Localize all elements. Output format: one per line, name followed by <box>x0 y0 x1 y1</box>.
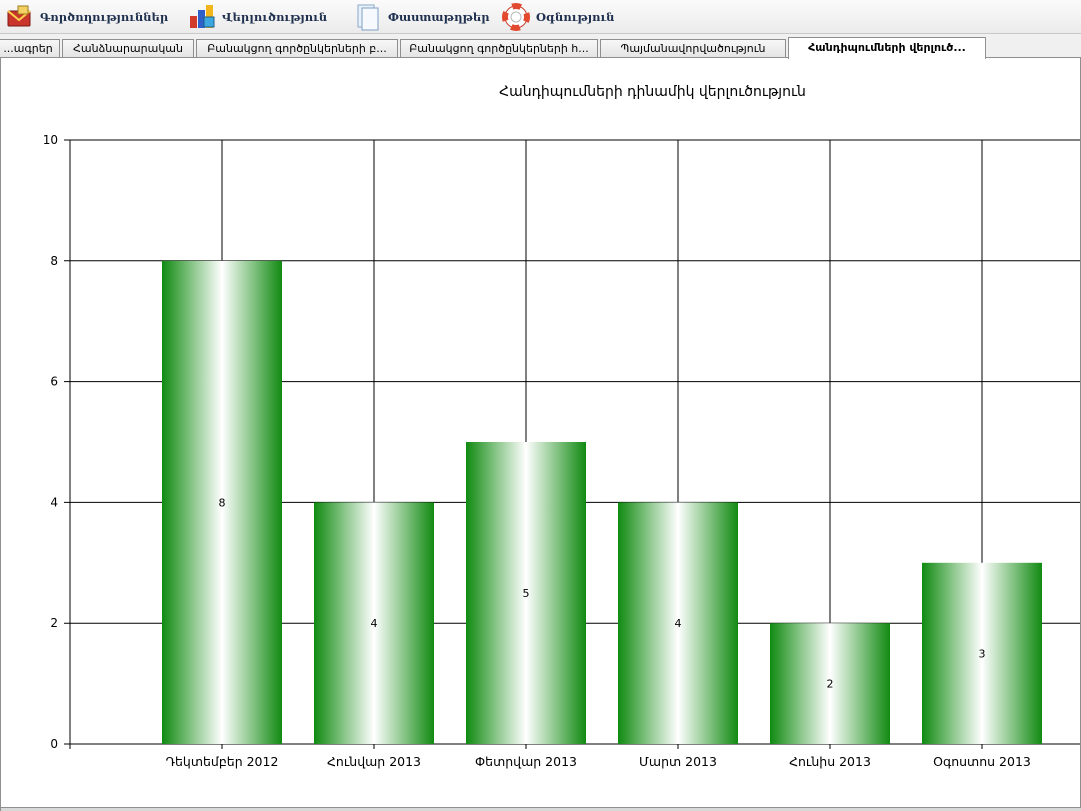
x-tick-label: Մարտ 2013 <box>639 754 717 769</box>
bar-data-label: 2 <box>827 678 834 691</box>
x-tick-label: Փետրվար 2013 <box>475 754 577 769</box>
tab-partners-1[interactable]: Բանակցող գործընկերների բ... <box>196 39 398 58</box>
menu-help[interactable]: Օգնություն <box>500 2 614 32</box>
menu-documents-label: Փաստաթղթեր <box>388 10 490 24</box>
bar-data-label: 5 <box>523 587 530 600</box>
tab-partners-2[interactable]: Բանակցող գործընկերների հ... <box>400 39 598 58</box>
chart-panel: Հանդիպումների դինամիկ վերլուծություն 024… <box>0 58 1081 811</box>
y-tick-label: 2 <box>50 616 58 630</box>
documents-icon <box>352 2 384 32</box>
y-tick-label: 0 <box>50 737 58 751</box>
y-tick-label: 6 <box>50 375 58 389</box>
bar-chart: 0 2 4 6 8 10 8 Դեկտեմբեր 2012 4 Հունվար 2013 5 Փետր… <box>43 133 1080 769</box>
y-tick-label: 8 <box>50 254 58 268</box>
bar-data-label: 3 <box>979 647 986 660</box>
x-tick-label: Դեկտեմբեր 2012 <box>166 754 279 769</box>
menu-actions-label: Գործողություններ <box>40 10 169 24</box>
menu-documents[interactable]: Փաստաթղթեր <box>352 2 490 32</box>
x-tick-label: Հունիս 2013 <box>789 754 871 769</box>
y-tick-label: 4 <box>50 495 58 509</box>
bar-data-label: 4 <box>675 617 682 630</box>
tab-agreement[interactable]: Պայմանավորվածություն <box>600 39 786 58</box>
menu-analysis-label: Վերլուծություն <box>222 10 328 24</box>
tab-meetings-analysis[interactable]: Հանդիպումների վերլուծ... <box>788 37 986 59</box>
y-tick-label: 10 <box>43 133 58 147</box>
x-tick-label: Հունվար 2013 <box>327 754 421 769</box>
menu-help-label: Օգնություն <box>536 10 615 24</box>
status-strip <box>1 807 1081 811</box>
menu-actions[interactable]: Գործողություններ <box>4 2 168 32</box>
menu-bar: Գործողություններ Վերլուծություն Փաստաթղթ… <box>0 0 1081 34</box>
tab-strip: ...ագրեր Հանձնարարական Բանակցող գործընկե… <box>0 34 1081 59</box>
bar-data-label: 8 <box>219 496 226 509</box>
menu-analysis[interactable]: Վերլուծություն <box>186 2 327 32</box>
lifebuoy-icon <box>500 2 532 32</box>
mail-icon <box>4 2 36 32</box>
analytics-icon <box>186 2 218 32</box>
x-tick-label: Օգոստոս 2013 <box>933 754 1031 769</box>
tab-assignment[interactable]: Հանձնարարական <box>62 39 194 58</box>
tab-contracts[interactable]: ...ագրեր <box>0 39 60 58</box>
bar-data-label: 4 <box>371 617 378 630</box>
